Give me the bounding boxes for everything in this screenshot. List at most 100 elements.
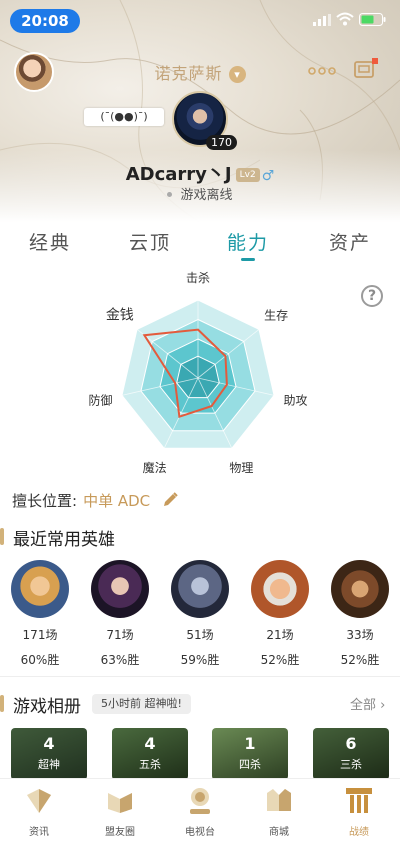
album-card-1[interactable]: 4 超神 [11, 728, 87, 780]
recent-heroes-title-text: 最近常用英雄 [13, 530, 115, 550]
radar-axis-label: 金钱 [106, 308, 134, 324]
hero-card-2[interactable]: 71场 63%胜 [80, 560, 160, 668]
hero-winrate: 59%胜 [180, 653, 220, 667]
hero-games: 171场 [22, 628, 58, 642]
tab-classic[interactable]: 经典 [0, 228, 100, 255]
album-count: 4 [43, 734, 55, 753]
hero-card-5[interactable]: 33场 52%胜 [320, 560, 400, 668]
nav-news-label: 资讯 [29, 827, 49, 838]
chevron-down-icon: ▾ [228, 66, 246, 83]
tab-indicator [241, 258, 255, 261]
hero-card-1[interactable]: 171场 60%胜 [0, 560, 80, 668]
radar-axis-label: 击杀 [186, 270, 210, 285]
album-count: 4 [144, 734, 156, 753]
radar-chart: 击杀生存助攻物理 魔法 防御 金钱 [88, 270, 307, 475]
nav-records[interactable]: 战绩 [324, 785, 394, 838]
tab-tft[interactable]: 云顶 [100, 228, 200, 255]
edit-icon[interactable] [161, 491, 179, 509]
recent-heroes-list: 171场 60%胜 71场 63%胜 51场 59%胜 21场 52%胜 33场… [0, 560, 400, 670]
player-info: ADcarry丶J Lv2 ♂ [0, 160, 400, 186]
position-label: 擅长位置: [12, 492, 78, 510]
nav-friends[interactable]: 盟友圈 [85, 785, 155, 838]
profile-hero-avatar[interactable]: 170 [172, 91, 237, 150]
store-icon [267, 789, 291, 811]
hero-card-4[interactable]: 21场 52%胜 [240, 560, 320, 668]
album-label: 超神 [38, 758, 60, 771]
signal-icon [313, 14, 331, 26]
battery-icon [359, 13, 386, 26]
hero-portrait [251, 560, 309, 618]
status-dot-icon [167, 192, 173, 197]
tab-assets[interactable]: 资产 [300, 228, 400, 255]
section-marker [0, 528, 4, 545]
nav-store[interactable]: 商城 [244, 785, 314, 838]
player-name: ADcarry丶J [125, 164, 232, 185]
album-badge: 5小时前 超神啦! [92, 694, 191, 714]
hero-winrate: 60%胜 [20, 653, 60, 667]
nav-news[interactable]: 资讯 [4, 785, 74, 838]
album-label: 四杀 [239, 758, 261, 771]
nav-records-label: 战绩 [349, 827, 369, 838]
hero-games: 21场 [266, 628, 294, 642]
status-bar: 20:08 [0, 0, 400, 40]
clock: 20:08 [10, 9, 80, 33]
server-selector[interactable]: 诺克萨斯 ▾ [0, 60, 400, 84]
friends-icon [108, 793, 132, 813]
hero-portrait [171, 560, 229, 618]
hero-portrait [91, 560, 149, 618]
tab-bar: 经典 云顶 能力 资产 [0, 228, 400, 268]
more-icon[interactable] [308, 64, 336, 78]
album-title-text: 游戏相册 [13, 697, 81, 717]
hero-games: 71场 [106, 628, 134, 642]
hero-games: 51场 [186, 628, 214, 642]
ability-radar: 击杀生存助攻物理 魔法 防御 金钱 [0, 268, 400, 483]
message-icon[interactable] [352, 57, 378, 83]
radar-axis-label: 助攻 [283, 393, 307, 407]
album-label: 五杀 [139, 758, 161, 771]
nav-tv-label: 电视台 [185, 827, 215, 838]
album-card-3[interactable]: 1 四杀 [212, 728, 288, 780]
section-marker [0, 695, 4, 712]
album-card-2[interactable]: 4 五杀 [112, 728, 188, 780]
hero-portrait [11, 560, 69, 618]
album-card-4[interactable]: 6 三杀 [313, 728, 389, 780]
online-status: 游戏离线 [0, 184, 400, 203]
radar-axis-label: 防御 [88, 392, 112, 407]
position-value: 中单 ADC [83, 492, 151, 510]
radar-axis-label: 魔法 [143, 460, 167, 475]
tv-icon [190, 788, 210, 814]
hero-games: 33场 [346, 628, 374, 642]
status-text: 游戏离线 [180, 188, 233, 203]
nav-tv[interactable]: 电视台 [165, 785, 235, 838]
tab-ability[interactable]: 能力 [198, 228, 298, 255]
wifi-icon [336, 12, 354, 26]
bottom-nav: 资讯 盟友圈 电视台 商城 战绩 [0, 778, 400, 866]
server-name: 诺克萨斯 [154, 64, 223, 83]
position-row: 擅长位置: 中单 ADC [12, 490, 179, 511]
chevron-right-icon: › [380, 698, 386, 713]
nav-friends-label: 盟友圈 [105, 827, 135, 838]
hero-portrait [331, 560, 389, 618]
section-divider [0, 676, 400, 677]
album-all-link[interactable]: 全部 › [350, 694, 385, 713]
hero-winrate: 52%胜 [260, 653, 300, 667]
hero-winrate: 63%胜 [100, 653, 140, 667]
radar-axis-label: 生存 [264, 309, 288, 323]
level-badge: 170 [206, 135, 237, 150]
news-icon [27, 789, 51, 813]
hero-card-3[interactable]: 51场 59%胜 [160, 560, 240, 668]
hero-winrate: 52%胜 [340, 653, 380, 667]
player-level-badge: Lv2 [235, 168, 260, 182]
gender-icon: ♂ [261, 168, 275, 184]
nav-store-label: 商城 [269, 827, 289, 838]
signature-tag: (¯(●●)¯) [84, 108, 164, 126]
album-label: 三杀 [340, 758, 362, 771]
radar-axis-label: 物理 [229, 461, 253, 475]
album-all-text: 全部 [350, 698, 377, 713]
recent-heroes-title: 最近常用英雄 [0, 525, 115, 550]
album-count: 6 [345, 734, 357, 753]
album-title: 游戏相册 [0, 692, 81, 717]
album-count: 1 [244, 734, 256, 753]
help-icon[interactable]: ? [361, 285, 383, 307]
records-icon [346, 788, 372, 813]
